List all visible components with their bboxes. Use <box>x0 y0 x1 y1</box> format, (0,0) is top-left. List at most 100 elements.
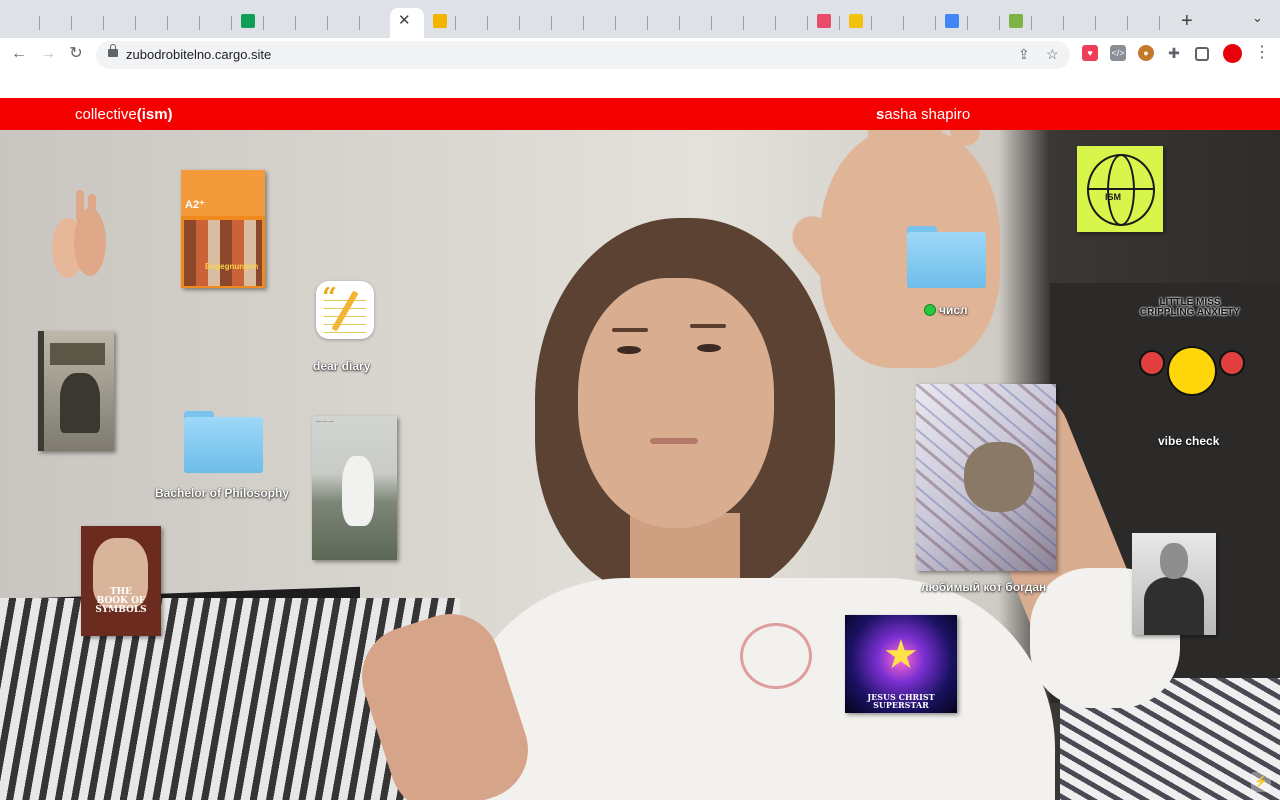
pocket-icon[interactable]: ♥ <box>1082 45 1098 61</box>
bookmark-star-icon[interactable]: ☆ <box>1046 46 1059 63</box>
reload-button[interactable]: ↻ <box>65 43 87 65</box>
chisl-folder-label[interactable]: числ <box>939 303 968 317</box>
url-text[interactable]: zubodrobitelno.cargo.site <box>126 47 271 62</box>
site-title-prefix[interactable]: collective <box>75 106 137 123</box>
eyebrow <box>690 324 726 328</box>
dear-diary-label[interactable]: dear diary <box>313 359 370 373</box>
browser-tab[interactable] <box>808 8 840 38</box>
puzzle-icon[interactable]: ✚ <box>1166 45 1182 61</box>
menu-icon[interactable]: ⋮ <box>1254 44 1270 62</box>
tab-favicon-icon <box>849 14 863 28</box>
browser-tab[interactable] <box>1064 8 1096 38</box>
site-title-bold[interactable]: (ism) <box>137 106 173 123</box>
browser-tab[interactable] <box>968 8 1000 38</box>
share-icon[interactable]: ⇪ <box>1018 46 1030 63</box>
browser-tab[interactable] <box>1096 8 1128 38</box>
book-portrait <box>60 373 100 433</box>
eye <box>617 346 641 354</box>
browser-tab[interactable] <box>840 8 872 38</box>
star-icon: ★ <box>883 633 919 677</box>
browser-toolbar: ← → ↻ zubodrobitelno.cargo.site ⇪ ☆ ♥ </… <box>0 38 1280 70</box>
cat-photo[interactable] <box>916 384 1056 571</box>
little-miss-sticker[interactable]: LITTLE MISS CRIPPLING ANXIETY <box>1131 298 1249 413</box>
browser-tab[interactable] <box>552 8 584 38</box>
browser-tab[interactable] <box>328 8 360 38</box>
cat-photo-label[interactable]: любимый кот богдан <box>921 580 1046 594</box>
browser-tab[interactable] <box>488 8 520 38</box>
jesus-christ-superstar-poster[interactable]: ★ JESUS CHRIST SUPERSTAR <box>845 615 957 713</box>
back-button[interactable]: ← <box>8 43 30 65</box>
grey-book[interactable] <box>38 331 114 451</box>
face <box>578 278 774 528</box>
folder-icon[interactable] <box>184 411 263 473</box>
sidebar-icon[interactable] <box>1195 47 1209 61</box>
browser-tab[interactable] <box>584 8 616 38</box>
browser-tab[interactable] <box>232 8 264 38</box>
feet-sticker-icon[interactable] <box>40 186 115 286</box>
browser-tab[interactable] <box>168 8 200 38</box>
browser-tab[interactable] <box>680 8 712 38</box>
browser-tab[interactable]: ✕ <box>390 8 424 38</box>
white-tshirt <box>455 578 1055 800</box>
rose-print <box>740 623 812 689</box>
forward-button[interactable]: → <box>37 43 59 65</box>
browser-tab[interactable] <box>264 8 296 38</box>
globe-equator <box>1087 188 1155 190</box>
lock-icon[interactable] <box>108 44 118 57</box>
a2-textbook[interactable]: A2⁺ Begegnungen <box>181 170 265 288</box>
browser-tab[interactable] <box>136 8 168 38</box>
address-bar[interactable]: zubodrobitelno.cargo.site ⇪ ☆ <box>96 41 1070 69</box>
vibe-check-label[interactable]: vibe check <box>1158 434 1219 448</box>
browser-tab[interactable] <box>872 8 904 38</box>
book-photos <box>184 220 262 286</box>
profile-avatar[interactable] <box>1223 44 1242 63</box>
little-miss-face <box>1167 346 1217 396</box>
browser-tab[interactable] <box>72 8 104 38</box>
browser-tab[interactable] <box>904 8 936 38</box>
child-photo-book[interactable]: — — — <box>312 416 397 560</box>
code-icon[interactable]: </> <box>1110 45 1126 61</box>
browser-tab[interactable] <box>616 8 648 38</box>
browser-tab[interactable] <box>776 8 808 38</box>
browser-tab[interactable] <box>1000 8 1032 38</box>
folder-body <box>907 232 986 288</box>
notes-app-icon[interactable]: “ <box>316 281 374 339</box>
bachelor-folder-label[interactable]: Bachelor of Philosophy <box>155 486 289 500</box>
site-background: collective(ism) sasha shapiro A2⁺ Begegn… <box>0 98 1280 800</box>
browser-tab[interactable] <box>744 8 776 38</box>
browser-tab[interactable] <box>456 8 488 38</box>
site-title[interactable]: collective(ism) <box>75 106 173 123</box>
tab-search-icon[interactable]: ⌄ <box>1252 10 1263 26</box>
new-tab-button[interactable]: + <box>1181 9 1193 33</box>
book-of-symbols[interactable]: THE BOOK OF SYMBOLS <box>81 526 161 636</box>
ism-globe-logo[interactable]: ISM <box>1077 146 1163 232</box>
eyebrow <box>612 328 648 332</box>
man-portrait-photo[interactable] <box>1132 533 1216 635</box>
book-author-text: — — — <box>316 419 334 425</box>
browser-tab[interactable] <box>8 8 40 38</box>
browser-tab[interactable] <box>648 8 680 38</box>
browser-tab[interactable] <box>936 8 968 38</box>
browser-tab[interactable] <box>424 8 456 38</box>
browser-tab[interactable] <box>200 8 232 38</box>
browser-tab[interactable] <box>712 8 744 38</box>
jcs-title: JESUS CHRIST SUPERSTAR <box>867 692 935 710</box>
browser-tab[interactable] <box>520 8 552 38</box>
bear-icon[interactable]: ● <box>1138 45 1154 61</box>
browser-tab[interactable] <box>40 8 72 38</box>
author-rest[interactable]: asha shapiro <box>884 106 970 123</box>
cat-figure <box>964 442 1034 512</box>
browser-tab[interactable] <box>296 8 328 38</box>
browser-tab[interactable] <box>104 8 136 38</box>
lightning-icon[interactable]: ⚡ <box>1251 772 1271 792</box>
close-tab-icon[interactable]: ✕ <box>398 12 411 30</box>
green-tag-icon <box>924 304 936 316</box>
author-name[interactable]: sasha shapiro <box>876 106 970 123</box>
ism-label: ISM <box>1105 192 1122 202</box>
folder-icon[interactable] <box>907 226 986 288</box>
little-miss-text: LITTLE MISS CRIPPLING ANXIETY <box>1139 297 1241 318</box>
browser-tab[interactable] <box>360 8 392 38</box>
browser-tab[interactable] <box>1128 8 1160 38</box>
browser-tab[interactable] <box>1032 8 1064 38</box>
tab-strip: ✕ <box>0 0 1280 38</box>
